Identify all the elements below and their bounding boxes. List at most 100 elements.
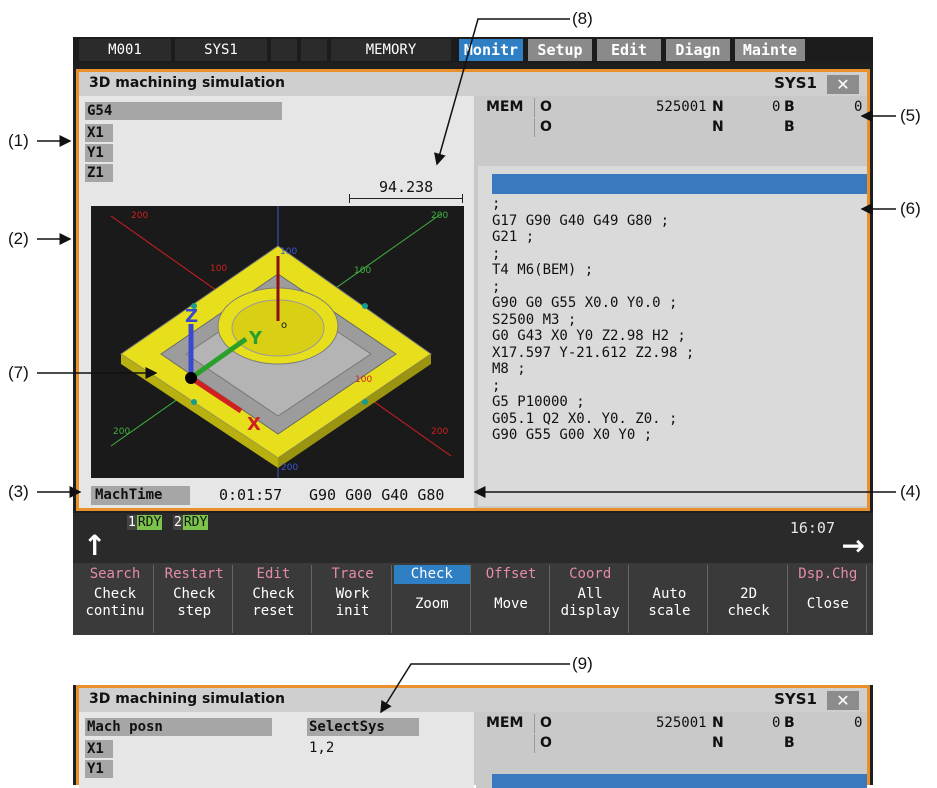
program-row-1: MEM O 525001 N 0 B 0 bbox=[476, 98, 867, 117]
function-menu-label[interactable]: Dsp.Chg bbox=[790, 565, 866, 584]
top-status-bar: M001 SYS1 MEMORY Monitr Setup Edit Diagn… bbox=[73, 37, 873, 63]
workpiece-origin-label: o bbox=[281, 320, 287, 331]
axis-x1: X1 bbox=[85, 124, 113, 142]
o-number-b: 525001 bbox=[656, 715, 707, 731]
n-label-b: N bbox=[712, 715, 724, 731]
simulation-window: 3D machining simulation SYS1 ✕ G54 X1 Y1… bbox=[76, 69, 870, 511]
function-key-label: Check bbox=[252, 586, 295, 602]
program-row-2b: O N B bbox=[476, 734, 867, 753]
tab-monitr[interactable]: Monitr bbox=[459, 39, 523, 61]
function-key-1[interactable]: Search Check continu bbox=[77, 565, 154, 633]
function-menu-label[interactable]: Check bbox=[393, 565, 470, 584]
function-menu-label[interactable]: Offset bbox=[473, 565, 549, 584]
function-key-label-2: check bbox=[727, 603, 770, 619]
function-key-label-2: display bbox=[560, 603, 620, 619]
function-key-2[interactable]: Restart Check step bbox=[156, 565, 234, 633]
function-key-label: Zoom bbox=[414, 596, 449, 612]
function-key-6[interactable]: Offset Move bbox=[473, 565, 550, 633]
simulation-panel: G54 X1 Y1 Z1 94.238 200 200 200 200 200 … bbox=[79, 96, 474, 508]
function-menu-label[interactable]: Trace bbox=[315, 565, 391, 584]
3d-model-graphic: 200 200 200 200 200 100 100 100 100 X Y … bbox=[110, 206, 452, 478]
b-label-b: B bbox=[784, 715, 795, 731]
callout-8: (8) bbox=[572, 9, 593, 28]
tab-setup[interactable]: Setup bbox=[528, 39, 592, 61]
nc-screen: M001 SYS1 MEMORY Monitr Setup Edit Diagn… bbox=[73, 37, 873, 635]
callout-3: (3) bbox=[8, 482, 29, 501]
function-menu-label[interactable] bbox=[711, 565, 787, 584]
hole-4 bbox=[362, 399, 368, 405]
callout-2: (2) bbox=[8, 229, 29, 248]
function-key-label: Work bbox=[335, 586, 370, 602]
function-key-9[interactable]: 2D check bbox=[711, 565, 788, 633]
axis-x1-2: X1 bbox=[85, 740, 113, 758]
n-number: 0 bbox=[772, 99, 781, 115]
function-key-8[interactable]: Auto scale bbox=[631, 565, 709, 633]
function-key-label-2: continu bbox=[85, 603, 145, 619]
function-key-10[interactable]: Dsp.Chg Close bbox=[790, 565, 867, 633]
program-line: ; bbox=[492, 278, 501, 295]
function-key-7[interactable]: Coord All display bbox=[552, 565, 630, 633]
tick-label-red-100-b: 100 bbox=[355, 375, 372, 385]
program-line: T4 M6(BEM) ; bbox=[492, 262, 594, 278]
tab-diagn[interactable]: Diagn bbox=[666, 39, 730, 61]
program-display[interactable]: ; G17 G90 G40 G49 G80 ; G21 ;; T4 M6(BEM) ;… bbox=[478, 166, 867, 506]
status-cell-blank-1 bbox=[271, 39, 297, 61]
tick-label-red-200: 200 bbox=[131, 211, 148, 221]
back-arrow-icon[interactable]: ↑ bbox=[83, 531, 106, 561]
program-line: G0 G43 X0 Y0 Z2.98 H2 ; bbox=[492, 328, 686, 344]
next-arrow-icon[interactable]: → bbox=[842, 531, 865, 561]
function-key-3[interactable]: Edit Check reset bbox=[235, 565, 313, 633]
close-button[interactable]: ✕ bbox=[827, 75, 859, 94]
clock: 16:07 bbox=[789, 519, 835, 537]
n-label-2: N bbox=[712, 119, 724, 135]
program-row-2: O N B bbox=[476, 118, 867, 137]
o-label-b: O bbox=[540, 715, 552, 731]
sys2-ready: RDY bbox=[182, 515, 209, 530]
current-block-highlight bbox=[492, 174, 867, 194]
program-line: ; bbox=[492, 245, 501, 262]
tab-edit[interactable]: Edit bbox=[597, 39, 661, 61]
function-key-label: Check bbox=[93, 586, 137, 602]
3d-viewport[interactable]: 200 200 200 200 200 100 100 100 100 X Y … bbox=[91, 206, 464, 478]
mach-posn-label: Mach posn bbox=[85, 718, 272, 736]
window-title-bar: 3D machining simulation SYS1 ✕ bbox=[79, 72, 867, 96]
function-key-bar: Search Check continu Restart Check step Edit Ch… bbox=[73, 563, 873, 635]
function-key-label-2: reset bbox=[252, 603, 295, 619]
program-line: ; bbox=[492, 196, 501, 212]
b-label: B bbox=[784, 99, 795, 115]
program-line: ; bbox=[492, 377, 501, 394]
program-row-1b: MEM O 525001 N 0 B 0 bbox=[476, 714, 867, 733]
b-number: 0 bbox=[854, 99, 863, 115]
mach-time-label: MachTime bbox=[91, 486, 190, 505]
program-line: S2500 M3 ; bbox=[492, 311, 577, 328]
separator bbox=[534, 98, 535, 117]
separator bbox=[534, 118, 535, 137]
function-menu-label[interactable]: Search bbox=[77, 565, 153, 584]
bottom-status-bar: 1 RDY 2 RDY ↑ 16:07 → bbox=[73, 513, 873, 563]
function-menu-label[interactable] bbox=[631, 565, 707, 584]
close-button-2[interactable]: ✕ bbox=[827, 691, 859, 710]
program-line: G21 ; bbox=[492, 229, 535, 245]
tick-label-red-200-b: 200 bbox=[431, 427, 448, 437]
hole-3 bbox=[191, 399, 197, 405]
program-panel-2: MEM O 525001 N 0 B 0 O N B bbox=[476, 712, 867, 788]
operation-mode: MEMORY bbox=[331, 39, 451, 61]
function-menu-label[interactable]: Edit bbox=[235, 565, 311, 584]
tick-label-green-200: 200 bbox=[431, 211, 448, 221]
function-key-5[interactable]: Check Zoom bbox=[393, 565, 471, 633]
function-menu-label[interactable]: Coord bbox=[552, 565, 628, 584]
simulation-panel-2: Mach posn SelectSys 1,2 X1 Y1 bbox=[79, 712, 474, 788]
o-number: 525001 bbox=[656, 99, 707, 115]
program-line: G17 G90 G40 G49 G80 ; bbox=[492, 212, 670, 229]
function-key-label: Move bbox=[494, 596, 528, 612]
axis-y1-2: Y1 bbox=[85, 760, 113, 778]
function-menu-label[interactable]: Restart bbox=[156, 565, 232, 584]
program-panel: MEM O 525001 N 0 B 0 O N B ; G17 G90 G40 … bbox=[476, 96, 867, 508]
program-code: ; G17 G90 G40 G49 G80 ; G21 ;; T4 M6(BEM) ;… bbox=[492, 196, 694, 444]
function-key-label: Auto bbox=[652, 586, 687, 602]
function-key-label-2: init bbox=[335, 603, 370, 619]
tab-mainte[interactable]: Mainte bbox=[735, 39, 805, 61]
function-key-4[interactable]: Trace Work init bbox=[315, 565, 392, 633]
axis-label-x: X bbox=[247, 414, 261, 435]
modal-info: G90 G00 G40 G80 bbox=[309, 486, 445, 504]
